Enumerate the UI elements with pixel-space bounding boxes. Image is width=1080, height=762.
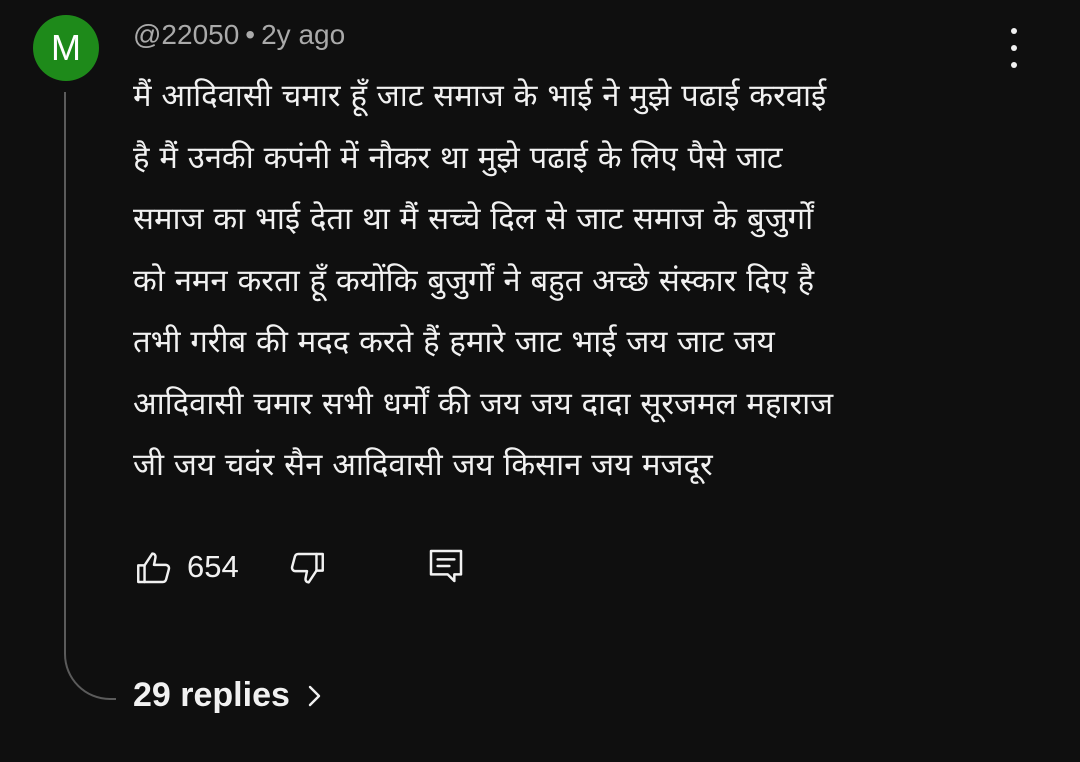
author-handle[interactable]: @22050 <box>133 19 239 50</box>
comment-line: तभी गरीब की मदद करते हैं हमारे जाट भाई ज… <box>133 324 775 360</box>
reply-comment-icon[interactable] <box>426 545 466 587</box>
thumbs-up-icon[interactable] <box>133 547 175 589</box>
menu-dot <box>1011 28 1017 34</box>
more-vert-icon[interactable] <box>996 28 1032 68</box>
menu-dot <box>1011 45 1017 51</box>
thumbs-down-icon[interactable] <box>286 547 328 589</box>
comment-line: जी जय चवंर सैन आदिवासी जय किसान जय मजदूर <box>133 447 713 483</box>
comment-line: है मैं उनकी कपंनी में नौकर था मुझे पढाई … <box>133 139 783 176</box>
like-count: 654 <box>187 549 239 584</box>
comment-thread: M @22050 • 2y ago मैं आदिवासी चमार हूँ जाट… <box>0 0 1080 762</box>
meta-separator: • <box>245 19 256 50</box>
avatar[interactable]: M <box>33 15 99 81</box>
view-replies-button[interactable]: 29 replies <box>133 676 324 715</box>
comment-line: मैं आदिवासी चमार हूँ जाट समाज के भाई ने … <box>133 78 827 114</box>
thread-line <box>64 92 116 700</box>
comment-text: मैं आदिवासी चमार हूँ जाट समाज के भाई ने … <box>133 66 1023 497</box>
comment-meta: @22050 • 2y ago <box>133 19 345 51</box>
comment-line: आदिवासी चमार सभी धर्मों की जय जय दादा सू… <box>133 385 834 422</box>
comment-time[interactable]: 2y ago <box>261 19 345 50</box>
chevron-right-icon <box>304 681 324 711</box>
replies-label: 29 replies <box>133 676 290 714</box>
comment-line: समाज का भाई देता था मैं सच्चे दिल से जाट… <box>133 201 814 237</box>
comment-line: को नमन करता हूँ कयोंकि बुजुर्गों ने बहुत… <box>133 262 815 299</box>
avatar-letter: M <box>51 27 81 68</box>
